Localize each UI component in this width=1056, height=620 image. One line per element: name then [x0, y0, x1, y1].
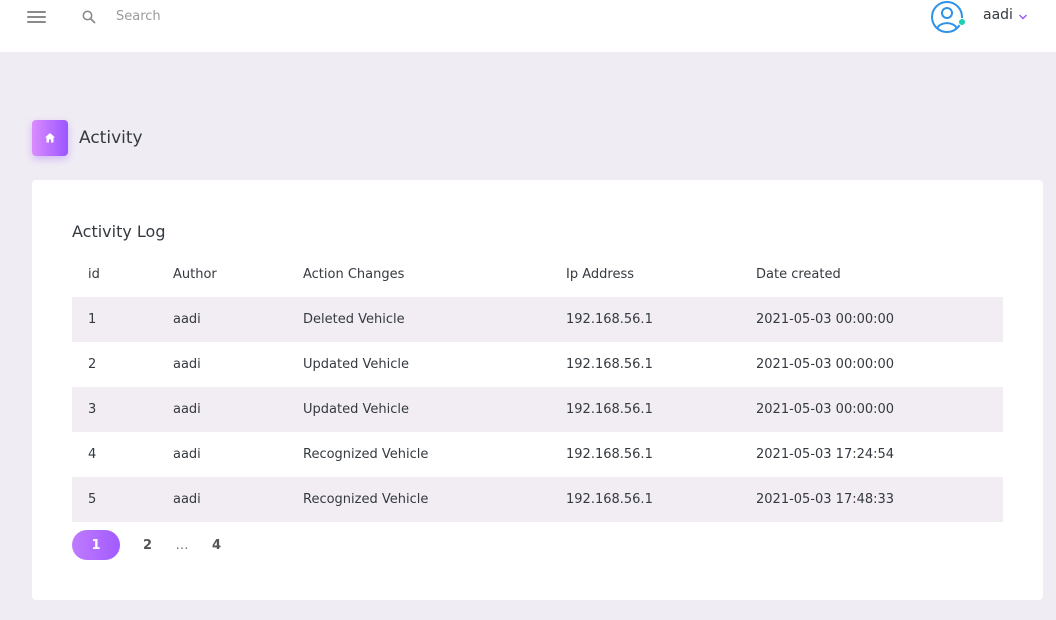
cell-author: aadi — [173, 447, 201, 462]
page-button-1[interactable]: 1 — [72, 530, 120, 560]
cell-id: 4 — [88, 447, 97, 462]
cell-action: Recognized Vehicle — [303, 492, 429, 507]
home-icon — [45, 133, 55, 143]
cell-ip: 192.168.56.1 — [566, 357, 653, 372]
cell-date: 2021-05-03 17:24:54 — [756, 447, 895, 462]
activity-log-card: Activity Log id Author Action Changes Ip… — [32, 180, 1043, 600]
cell-action: Deleted Vehicle — [303, 312, 405, 327]
user-menu[interactable]: aadi — [930, 0, 1040, 34]
table-row: 3 aadi Updated Vehicle 192.168.56.1 2021… — [72, 387, 1003, 432]
table-row: 1 aadi Deleted Vehicle 192.168.56.1 2021… — [72, 297, 1003, 342]
cell-author: aadi — [173, 402, 201, 417]
table-row: 4 aadi Recognized Vehicle 192.168.56.1 2… — [72, 432, 1003, 477]
cell-id: 3 — [88, 402, 97, 417]
online-status-dot — [958, 18, 966, 26]
pagination: 1 2 … 4 — [72, 530, 244, 560]
menu-icon[interactable] — [27, 10, 47, 24]
cell-id: 1 — [88, 312, 97, 327]
column-header-author: Author — [173, 267, 217, 282]
page-button-4[interactable]: 4 — [189, 530, 244, 560]
cell-ip: 192.168.56.1 — [566, 402, 653, 417]
chevron-down-icon — [1019, 14, 1027, 20]
column-header-action-changes: Action Changes — [303, 267, 405, 282]
cell-author: aadi — [173, 492, 201, 507]
page-ellipsis: … — [175, 537, 189, 553]
user-circle-icon — [931, 1, 963, 33]
cell-ip: 192.168.56.1 — [566, 447, 653, 462]
table-header-row: id Author Action Changes Ip Address Date… — [72, 252, 1003, 297]
cell-date: 2021-05-03 00:00:00 — [756, 312, 895, 327]
column-header-date-created: Date created — [756, 267, 841, 282]
cell-id: 2 — [88, 357, 97, 372]
card-title: Activity Log — [72, 222, 166, 241]
cell-date: 2021-05-03 00:00:00 — [756, 402, 895, 417]
cell-id: 5 — [88, 492, 97, 507]
cell-action: Recognized Vehicle — [303, 447, 429, 462]
cell-ip: 192.168.56.1 — [566, 312, 653, 327]
table-row: 5 aadi Recognized Vehicle 192.168.56.1 2… — [72, 477, 1003, 522]
cell-action: Updated Vehicle — [303, 402, 409, 417]
search-input[interactable] — [110, 4, 330, 28]
cell-action: Updated Vehicle — [303, 357, 409, 372]
cell-author: aadi — [173, 357, 201, 372]
page-title: Activity — [79, 128, 143, 148]
column-header-id: id — [88, 267, 100, 282]
page-button-2[interactable]: 2 — [120, 530, 175, 560]
top-navbar: aadi — [0, 0, 1056, 52]
cell-date: 2021-05-03 17:48:33 — [756, 492, 895, 507]
home-button[interactable] — [32, 120, 68, 156]
column-header-ip-address: Ip Address — [566, 267, 634, 282]
table-row: 2 aadi Updated Vehicle 192.168.56.1 2021… — [72, 342, 1003, 387]
cell-ip: 192.168.56.1 — [566, 492, 653, 507]
search-icon — [82, 10, 96, 24]
cell-date: 2021-05-03 00:00:00 — [756, 357, 895, 372]
activity-log-table: id Author Action Changes Ip Address Date… — [72, 252, 1003, 522]
cell-author: aadi — [173, 312, 201, 327]
user-name: aadi — [983, 7, 1013, 23]
